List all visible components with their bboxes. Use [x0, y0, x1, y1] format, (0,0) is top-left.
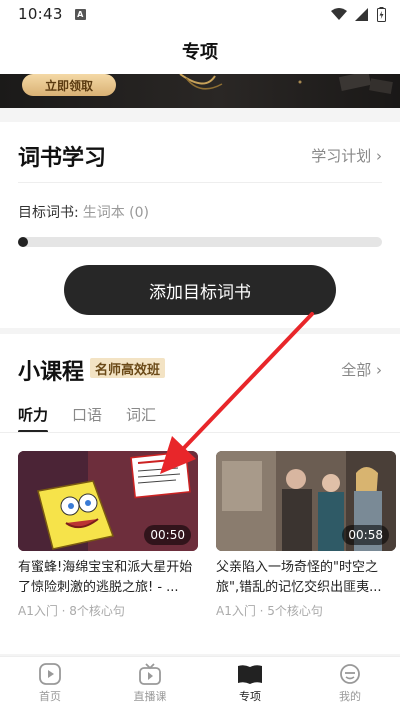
- video-meta: A1入门 · 5个核心句: [216, 604, 323, 618]
- goal-wordbook-row: 目标词书: 生词本 (0): [18, 202, 149, 222]
- video-card[interactable]: 00:50 有蜜蜂!海绵宝宝和派大星开始了惊险刺激的逃脱之旅! - ... A1…: [18, 451, 198, 619]
- battery-icon: [377, 6, 386, 22]
- bottom-tab-label: 专项: [239, 690, 261, 703]
- mini-course-title: 小课程: [18, 360, 85, 385]
- video-title: 有蜜蜂!海绵宝宝和派大星开始了惊险刺激的逃脱之旅! - ...: [18, 560, 193, 595]
- bottom-tab-home[interactable]: 首页: [0, 657, 100, 710]
- bottom-tab-label: 首页: [39, 690, 61, 703]
- tv-play-icon: [139, 663, 161, 685]
- divider: [18, 182, 382, 183]
- course-tabs: 听力 口语 词汇: [18, 404, 156, 433]
- tabs-divider: [0, 432, 400, 433]
- bottom-tab-live[interactable]: 直播课: [100, 657, 200, 710]
- goal-value: 生词本 (0): [82, 205, 149, 221]
- status-bar: 10:43 A: [0, 0, 400, 28]
- video-card[interactable]: 00:58 父亲陷入一场奇怪的"时空之旅",错乱的记忆交织出匪夷... A1入门…: [216, 451, 396, 619]
- claim-button[interactable]: 立即领取: [22, 74, 116, 96]
- video-duration: 00:50: [144, 525, 191, 545]
- wifi-icon: [331, 7, 347, 20]
- wordbook-progress-bar: [18, 237, 382, 247]
- book-icon: [238, 665, 262, 684]
- bottom-tab-special[interactable]: 专项: [200, 657, 300, 710]
- video-thumbnail[interactable]: 00:58: [216, 451, 396, 551]
- video-thumbnail[interactable]: 00:50: [18, 451, 198, 551]
- study-plan-label: 学习计划: [311, 147, 372, 165]
- view-all-label: 全部: [341, 361, 372, 379]
- add-target-wordbook-button[interactable]: 添加目标词书: [64, 265, 336, 315]
- bottom-tab-label: 我的: [339, 690, 361, 703]
- promo-banner[interactable]: 立即领取: [0, 74, 400, 108]
- course-badge: 名师高效班: [90, 358, 166, 378]
- status-icons: [331, 6, 386, 22]
- bottom-tab-label: 直播课: [133, 690, 167, 703]
- goal-label: 目标词书:: [18, 205, 79, 221]
- bottom-tab-bar: 首页 直播课 专项 我的: [0, 656, 400, 710]
- tab-listening[interactable]: 听力: [18, 404, 49, 433]
- status-time: 10:43: [18, 5, 63, 23]
- page-title: 专项: [182, 42, 218, 63]
- tab-vocabulary[interactable]: 词汇: [126, 404, 156, 433]
- view-all-link[interactable]: 全部 ›: [341, 359, 382, 380]
- mini-course-card: 小课程 名师高效班 全部 › 听力 口语 词汇 00:50 有蜜蜂!海绵宝宝和派…: [0, 334, 400, 654]
- video-duration: 00:58: [342, 525, 389, 545]
- home-play-icon: [39, 663, 61, 685]
- chevron-right-icon: ›: [376, 147, 382, 165]
- chevron-right-icon: ›: [376, 361, 382, 379]
- video-title: 父亲陷入一场奇怪的"时空之旅",错乱的记忆交织出匪夷...: [216, 560, 382, 595]
- study-plan-link[interactable]: 学习计划 ›: [311, 145, 382, 166]
- signal-icon: [355, 7, 368, 21]
- top-nav-bar: 专项: [0, 28, 400, 74]
- wordbook-progress-fill: [18, 237, 28, 247]
- tab-speaking[interactable]: 口语: [72, 404, 102, 433]
- wordbook-title: 词书学习: [18, 146, 107, 171]
- profile-face-icon: [340, 664, 360, 684]
- notification-a-icon: A: [74, 8, 86, 20]
- wordbook-card: 词书学习 学习计划 › 目标词书: 生词本 (0) 添加目标词书: [0, 122, 400, 328]
- video-meta: A1入门 · 8个核心句: [18, 604, 125, 618]
- bottom-tab-mine[interactable]: 我的: [300, 657, 400, 710]
